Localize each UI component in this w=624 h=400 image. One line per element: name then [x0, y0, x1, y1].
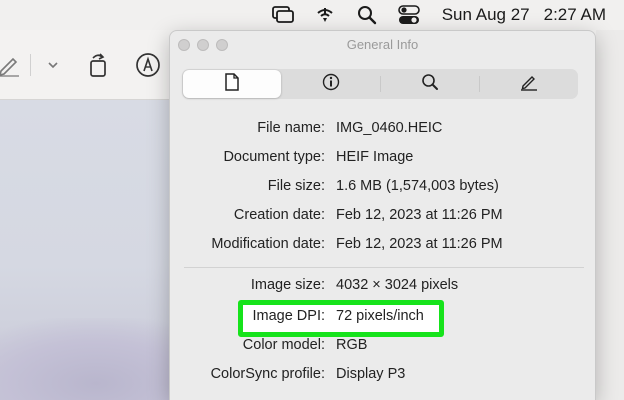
colorsync-profile-value: Display P3	[336, 366, 406, 382]
file-size-label: File size:	[267, 178, 325, 194]
image-size-value: 4032 × 3024 pixels	[336, 277, 459, 293]
menubar-date[interactable]: Sun Aug 27	[442, 5, 530, 25]
toolbar-divider	[30, 54, 31, 76]
creation-date-value: Feb 12, 2023 at 11:26 PM	[336, 207, 503, 223]
section-divider	[184, 267, 584, 268]
file-name-label: File name:	[257, 120, 325, 136]
row-image-dpi: Image DPI: 72 pixels/inch	[170, 308, 597, 330]
tab-more-info[interactable]	[282, 69, 380, 99]
modification-date-label: Modification date:	[211, 236, 325, 252]
creation-date-label: Creation date:	[233, 207, 325, 223]
file-name-value: IMG_0460.HEIC	[336, 120, 443, 136]
row-image-size: Image size: 4032 × 3024 pixels	[170, 277, 597, 299]
panel-title: General Info	[346, 37, 419, 52]
image-dpi-label: Image DPI:	[252, 308, 325, 324]
color-model-label: Color model:	[242, 337, 325, 353]
screen-mirroring-icon[interactable]	[270, 4, 296, 26]
tab-crop-info[interactable]	[381, 69, 479, 99]
row-colorsync-profile: ColorSync profile: Display P3	[170, 366, 597, 388]
row-modification-date: Modification date: Feb 12, 2023 at 11:26…	[170, 236, 597, 258]
color-model-value: RGB	[336, 337, 368, 353]
row-file-size: File size: 1.6 MB (1,574,003 bytes)	[170, 178, 597, 200]
window-edge	[596, 30, 624, 400]
row-creation-date: Creation date: Feb 12, 2023 at 11:26 PM	[170, 207, 597, 229]
row-file-name: File name: IMG_0460.HEIC	[170, 120, 597, 142]
general-info-panel: General Info File name: IMG_0460.HEIC Do…	[169, 30, 596, 400]
tab-general-info[interactable]	[183, 70, 281, 98]
inspector-tabs	[182, 69, 578, 99]
document-type-label: Document type:	[223, 149, 325, 165]
row-color-model: Color model: RGB	[170, 337, 597, 359]
wifi-icon[interactable]	[312, 4, 338, 26]
tab-annotations[interactable]	[480, 69, 578, 99]
pencil-icon	[520, 73, 538, 96]
colorsync-profile-label: ColorSync profile:	[210, 366, 325, 382]
file-size-value: 1.6 MB (1,574,003 bytes)	[336, 178, 499, 194]
document-icon	[224, 72, 240, 96]
panel-titlebar: General Info	[170, 31, 595, 59]
chevron-down-icon[interactable]	[40, 52, 66, 78]
menubar-time[interactable]: 2:27 AM	[544, 5, 606, 25]
annotate-icon[interactable]	[135, 52, 161, 78]
document-type-value: HEIF Image	[336, 149, 414, 165]
rotate-icon[interactable]	[85, 52, 111, 78]
image-size-label: Image size:	[250, 277, 325, 293]
spotlight-search-icon[interactable]	[354, 4, 380, 26]
row-document-type: Document type: HEIF Image	[170, 149, 597, 171]
control-center-icon[interactable]	[396, 4, 422, 26]
magnifier-icon	[421, 73, 439, 96]
menu-bar: Sun Aug 27 2:27 AM	[0, 0, 624, 30]
image-dpi-value: 72 pixels/inch	[336, 308, 424, 324]
markup-pen-icon[interactable]	[0, 52, 22, 78]
modification-date-value: Feb 12, 2023 at 11:26 PM	[336, 236, 503, 252]
info-icon	[322, 73, 340, 96]
